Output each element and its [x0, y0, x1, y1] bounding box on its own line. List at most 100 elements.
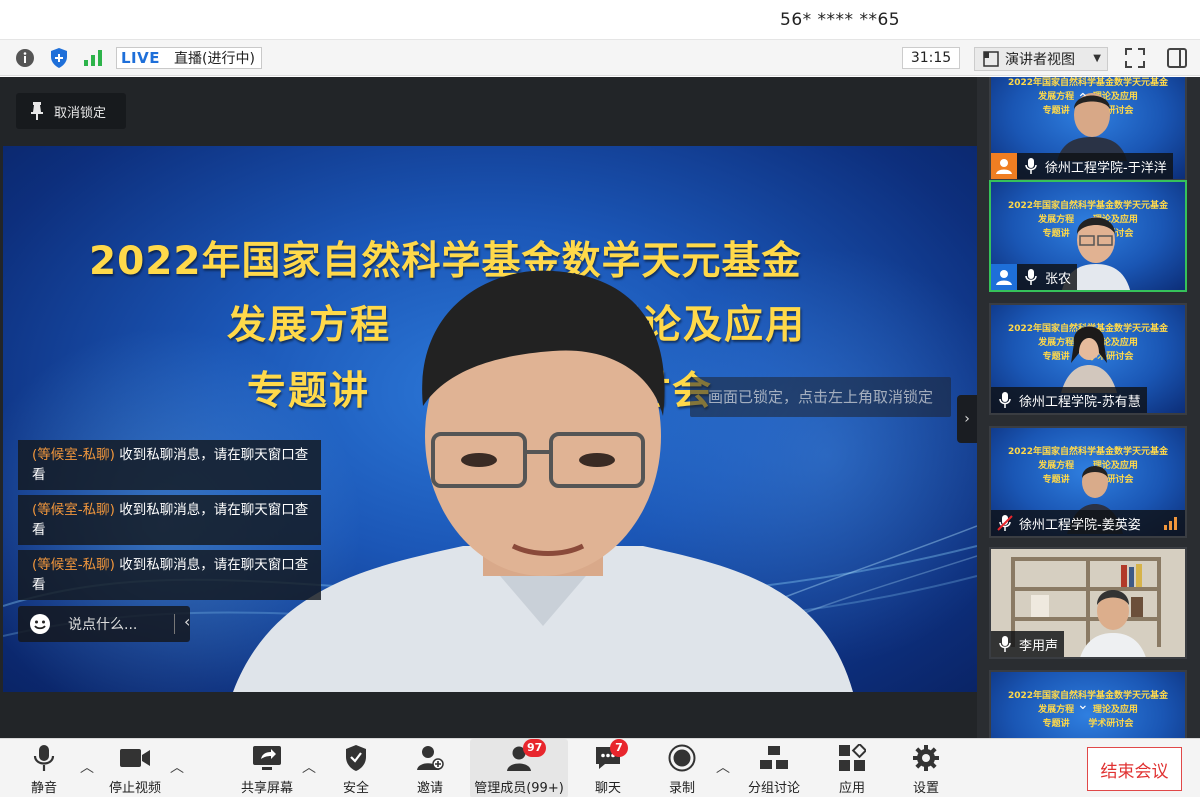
participant-name: 徐州工程学院-苏有慧	[1019, 394, 1141, 410]
record-icon	[666, 743, 698, 773]
participant-name: 张农	[1045, 271, 1072, 287]
chat-sender: (等候室-私聊)	[32, 557, 115, 573]
view-mode-select[interactable]: 演讲者视图 ▼	[974, 47, 1108, 71]
manage-participants-label: 管理成员(99+)	[474, 781, 564, 796]
participant-tile[interactable]: 2022年国家自然科学基金数学天元基金 发展方程 理论及应用 专题讲 学术研讨会…	[989, 426, 1187, 538]
invite-label: 邀请	[416, 781, 443, 796]
meeting-window: 56* **** **65 LIVE 直播(进行中) 31:15 演讲者视图 ▼	[0, 0, 1200, 797]
microphone-icon	[1021, 267, 1041, 287]
security-button[interactable]: 安全	[338, 739, 374, 797]
live-status-text: 直播(进行中)	[174, 51, 255, 67]
host-icon	[991, 153, 1017, 179]
meeting-id: 56* **** **65	[780, 10, 901, 30]
shield-icon	[340, 743, 372, 773]
pin-icon	[31, 102, 43, 120]
participant-video	[1061, 326, 1117, 393]
live-status-button[interactable]: LIVE 直播(进行中)	[116, 47, 262, 69]
shield-icon[interactable]	[48, 47, 70, 69]
apps-label: 应用	[838, 781, 865, 796]
participant-tile[interactable]: 2022年国家自然科学基金数学天元基金 发展方程 理论及应用 专题讲 学术研讨会…	[989, 180, 1187, 292]
sidebar-toggle-icon[interactable]	[1166, 47, 1188, 69]
mute-button[interactable]: 静音	[22, 739, 66, 797]
title-bar: 56* **** **65	[0, 0, 1200, 40]
microphone-icon	[28, 743, 60, 773]
microphone-icon	[995, 390, 1015, 410]
participant-name-bar: 徐州工程学院-姜英姿	[991, 510, 1185, 536]
invite-button[interactable]: 邀请	[412, 739, 448, 797]
main-video-area: 取消锁定 2022年国家自然科学基金数学天元基金 发展方程理论及应用 专题讲研讨…	[0, 77, 977, 738]
info-icon[interactable]	[14, 47, 36, 69]
end-meeting-button[interactable]: 结束会议	[1087, 747, 1182, 791]
microphone-icon	[995, 634, 1015, 654]
record-label: 录制	[668, 781, 695, 796]
chat-placeholder: 说点什么...	[68, 617, 138, 633]
participant-tile[interactable]: 李用声	[989, 547, 1187, 659]
video-options-chevron[interactable]: ︿	[170, 757, 184, 777]
stop-video-label: 停止视频	[108, 781, 161, 796]
unlock-button[interactable]: 取消锁定	[16, 93, 126, 129]
share-screen-label: 共享屏幕	[240, 781, 293, 796]
meeting-toolbar: 静音 ︿ 停止视频 ︿ 共享屏幕 ︿ 安全 邀请 97 管理成员(99+) 7 …	[0, 738, 1200, 797]
participant-name: 徐州工程学院-于洋洋	[1045, 160, 1167, 176]
microphone-muted-icon	[995, 513, 1015, 533]
microphone-icon	[1021, 156, 1041, 176]
record-options-chevron[interactable]: ︿	[716, 757, 730, 777]
signal-weak-icon	[1164, 517, 1177, 530]
scroll-down-icon[interactable]: ⌄	[1077, 697, 1089, 713]
chevron-left-icon[interactable]: ‹	[184, 612, 190, 631]
security-label: 安全	[342, 781, 369, 796]
participant-name-bar: 徐州工程学院-苏有慧	[991, 387, 1147, 413]
speaker-video	[233, 270, 853, 692]
chat-label: 聊天	[594, 781, 621, 796]
live-label: LIVE	[121, 49, 160, 67]
chat-unread-badge: 7	[610, 739, 628, 757]
stop-video-button[interactable]: 停止视频	[104, 739, 166, 797]
participant-tile[interactable]: 2022年国家自然科学基金数学天元基金 发展方程 理论及应用 专题讲 学术研讨会…	[989, 303, 1187, 415]
participants-count-badge: 97	[523, 739, 547, 757]
chat-icon: 7	[592, 739, 628, 773]
fullscreen-icon[interactable]	[1124, 47, 1146, 69]
view-mode-label: 演讲者视图	[1005, 52, 1075, 68]
emoji-icon[interactable]	[28, 612, 52, 636]
settings-label: 设置	[912, 781, 939, 796]
apps-icon	[836, 743, 868, 773]
participant-name-bar: 李用声	[991, 631, 1065, 657]
chevron-right-icon: ›	[964, 411, 970, 427]
participant-name: 徐州工程学院-姜英姿	[1019, 517, 1141, 533]
participant-video	[1057, 93, 1127, 161]
video-camera-icon	[119, 743, 151, 773]
meeting-info-bar: LIVE 直播(进行中) 31:15 演讲者视图 ▼	[0, 40, 1200, 76]
chat-quick-input[interactable]: 说点什么... ‹	[18, 606, 190, 642]
record-button[interactable]: 录制	[664, 739, 700, 797]
locked-tip: 画面已锁定，点击左上角取消锁定	[690, 377, 952, 417]
signal-icon[interactable]	[82, 47, 104, 69]
share-screen-button[interactable]: 共享屏幕	[238, 739, 296, 797]
speaker-view-icon	[983, 51, 999, 67]
participant-name-bar: 徐州工程学院-于洋洋	[991, 153, 1173, 179]
gear-icon	[910, 743, 942, 773]
participant-name-bar: 张农	[991, 264, 1078, 290]
chat-sender: (等候室-私聊)	[32, 502, 115, 518]
participants-icon: 97	[503, 739, 547, 773]
share-screen-icon	[251, 743, 283, 773]
breakout-rooms-label: 分组讨论	[747, 781, 800, 796]
mute-options-chevron[interactable]: ︿	[80, 757, 94, 777]
mute-label: 静音	[30, 781, 57, 796]
unlock-label: 取消锁定	[54, 105, 107, 121]
chat-notification[interactable]: (等候室-私聊) 收到私聊消息，请在聊天窗口查看	[18, 495, 321, 545]
breakout-rooms-button[interactable]: 分组讨论	[746, 739, 802, 797]
chevron-down-icon: ▼	[1093, 53, 1101, 64]
participant-name: 李用声	[1019, 638, 1059, 654]
participant-gallery[interactable]: 2022年国家自然科学基金数学天元基金 发展方程 理论及应用 专题讲 学术研讨会…	[977, 77, 1200, 738]
scroll-up-icon[interactable]: ⌃	[1077, 91, 1089, 107]
share-options-chevron[interactable]: ︿	[302, 757, 316, 777]
chat-notification[interactable]: (等候室-私聊) 收到私聊消息，请在聊天窗口查看	[18, 550, 321, 600]
chat-button[interactable]: 7 聊天	[590, 739, 628, 797]
add-user-icon	[414, 743, 446, 773]
apps-button[interactable]: 应用	[834, 739, 870, 797]
cohost-icon	[991, 264, 1017, 290]
chat-notification[interactable]: (等候室-私聊) 收到私聊消息，请在聊天窗口查看	[18, 440, 321, 490]
collapse-sidebar-button[interactable]: ›	[957, 395, 977, 443]
manage-participants-button[interactable]: 97 管理成员(99+)	[470, 739, 568, 797]
settings-button[interactable]: 设置	[908, 739, 944, 797]
